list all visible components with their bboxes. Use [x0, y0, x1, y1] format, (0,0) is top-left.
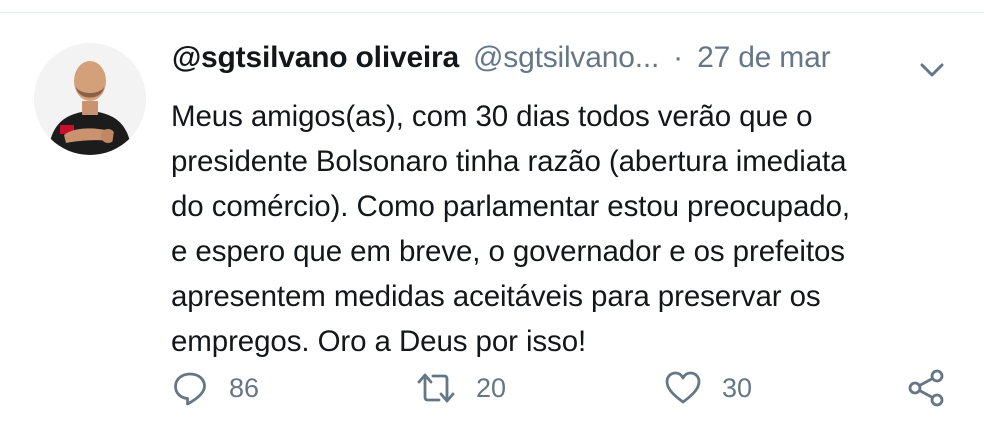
retweet-count: 20: [476, 372, 507, 403]
chevron-down-icon[interactable]: [914, 59, 950, 83]
share-button[interactable]: [906, 363, 946, 413]
display-name[interactable]: @sgtsilvano oliveira: [172, 41, 459, 75]
like-count: 30: [722, 372, 753, 403]
reply-button[interactable]: 86: [171, 363, 259, 413]
tweet-date[interactable]: 27 de mar: [697, 41, 830, 75]
reply-count: 86: [229, 372, 260, 403]
separator-dot: ·: [673, 41, 684, 74]
avatar[interactable]: [34, 43, 146, 155]
share-icon: [906, 368, 946, 408]
heart-icon: [664, 369, 702, 407]
tweet-header: @sgtsilvano oliveira @sgtsilvano... · 27…: [172, 41, 831, 81]
reply-icon: [171, 369, 209, 407]
tweet-text: Meus amigos(as), com 30 dias todos verão…: [171, 100, 850, 358]
like-button[interactable]: 30: [664, 363, 752, 413]
avatar-image: [34, 43, 146, 155]
retweet-button[interactable]: 20: [416, 363, 506, 413]
tweet-card[interactable]: @sgtsilvano oliveira @sgtsilvano... · 27…: [0, 13, 984, 424]
user-handle[interactable]: @sgtsilvano...: [473, 41, 659, 75]
tweet-actions: 86 20 30: [0, 363, 984, 413]
retweet-icon: [416, 369, 456, 407]
